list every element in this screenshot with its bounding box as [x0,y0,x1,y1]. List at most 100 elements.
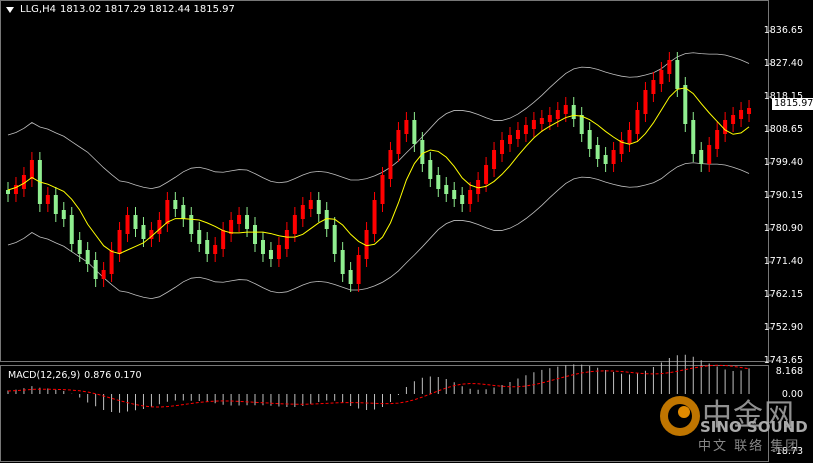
candle-body [77,240,82,254]
candle-body [611,150,616,164]
candle-body [6,190,10,194]
candle-body [53,195,58,214]
candle-body [93,260,98,279]
candle-body [173,200,178,209]
candle-body [372,200,377,234]
candle-body [284,230,289,249]
candle-body [245,215,250,229]
candle-body [715,130,720,149]
price-tick-label: 1771.40 [763,256,803,267]
logo-en-text: SINO SOUND [700,418,808,436]
price-tick-label: 1827.40 [763,58,803,69]
macd-header: MACD(12,26,9) 0.876 0.170 [8,370,142,381]
candle-body [587,130,592,149]
candle-body [332,225,337,254]
candle-body [523,125,528,134]
candle-body [85,250,90,264]
candle-body [460,195,465,204]
candle-body [340,250,345,274]
candle-body [69,215,74,244]
macd-values: 0.876 0.170 [84,370,142,381]
candle-body [571,105,576,119]
candle-body [643,90,648,114]
candle-body [348,270,353,284]
candle-body [213,245,218,254]
candle-body [412,120,417,144]
candle-body [635,110,640,134]
candle-body [260,240,265,254]
candle-body [205,240,210,254]
candle-body [579,115,584,134]
chart-header: LLG,H4 1813.02 1817.29 1812.44 1815.97 [6,4,235,15]
candle-body [747,108,752,114]
candle-body [651,80,656,94]
candle-body [133,215,138,229]
candle-body [691,120,696,154]
candle-body [109,250,114,274]
candle-body [396,130,401,154]
candle-body [141,225,146,239]
candle-body [683,85,688,124]
candle-body [253,225,258,244]
candle-body [292,215,297,234]
price-tick-label: 1799.40 [763,157,803,168]
price-tick-label: 1790.15 [763,190,803,201]
candle-body [157,220,162,234]
candle-body [428,160,433,179]
candle-body [675,60,680,89]
candle-body [547,115,552,122]
candle-body [707,145,712,164]
candle-body [237,215,242,224]
price-tick-label: 1752.90 [763,322,803,333]
candle-body [452,190,457,199]
logo-sub-text: 中文 联络 集团 [698,439,801,454]
candle-body [531,120,536,129]
symbol-label: LLG,H4 [20,4,56,15]
candle-body [117,230,122,254]
price-tick-label: 1808.65 [763,124,803,135]
dropdown-triangle-icon[interactable] [6,6,14,13]
candle-body [699,150,704,164]
candle-body [555,110,560,119]
candle-body [492,150,497,169]
candle-body [229,220,234,234]
candle-body [189,215,194,234]
candle-body [101,270,106,279]
current-price-tag: 1815.97 [772,98,813,110]
candle-body [181,205,186,219]
candle-body [29,160,34,179]
candle-body [125,215,130,234]
candle-body [595,145,600,159]
logo-swirl-icon [660,396,700,436]
candle-body [627,130,632,144]
candle-body [731,115,736,124]
candle-body [45,195,50,204]
candle-body [356,255,361,284]
candle-body [388,150,393,179]
candle-body [659,70,664,84]
candle-body [436,175,441,189]
candle-body [563,105,568,114]
candle-body [221,230,226,249]
price-tick-label: 1836.65 [763,25,803,36]
candle-body [404,120,409,134]
candle-body [603,155,608,164]
candle-body [268,250,273,259]
candle-body [500,140,505,154]
macd-scale-top: 8.168 [775,366,803,377]
candle-body [420,140,425,164]
macd-indicator [7,354,750,413]
sino-sound-logo: 中金网 SINO SOUND 中文 联络 集团 [650,388,813,463]
candles [6,52,752,292]
candle-body [165,200,170,224]
price-tick-label: 1780.90 [763,223,803,234]
candle-body [739,110,744,119]
price-tick-label: 1762.15 [763,289,803,300]
candle-body [515,130,520,139]
candle-body [539,118,544,124]
candle-body [276,245,281,259]
price-tick-label: 1743.65 [763,355,803,366]
candle-body [484,165,489,184]
candle-body [308,200,313,209]
candle-body [197,230,202,244]
